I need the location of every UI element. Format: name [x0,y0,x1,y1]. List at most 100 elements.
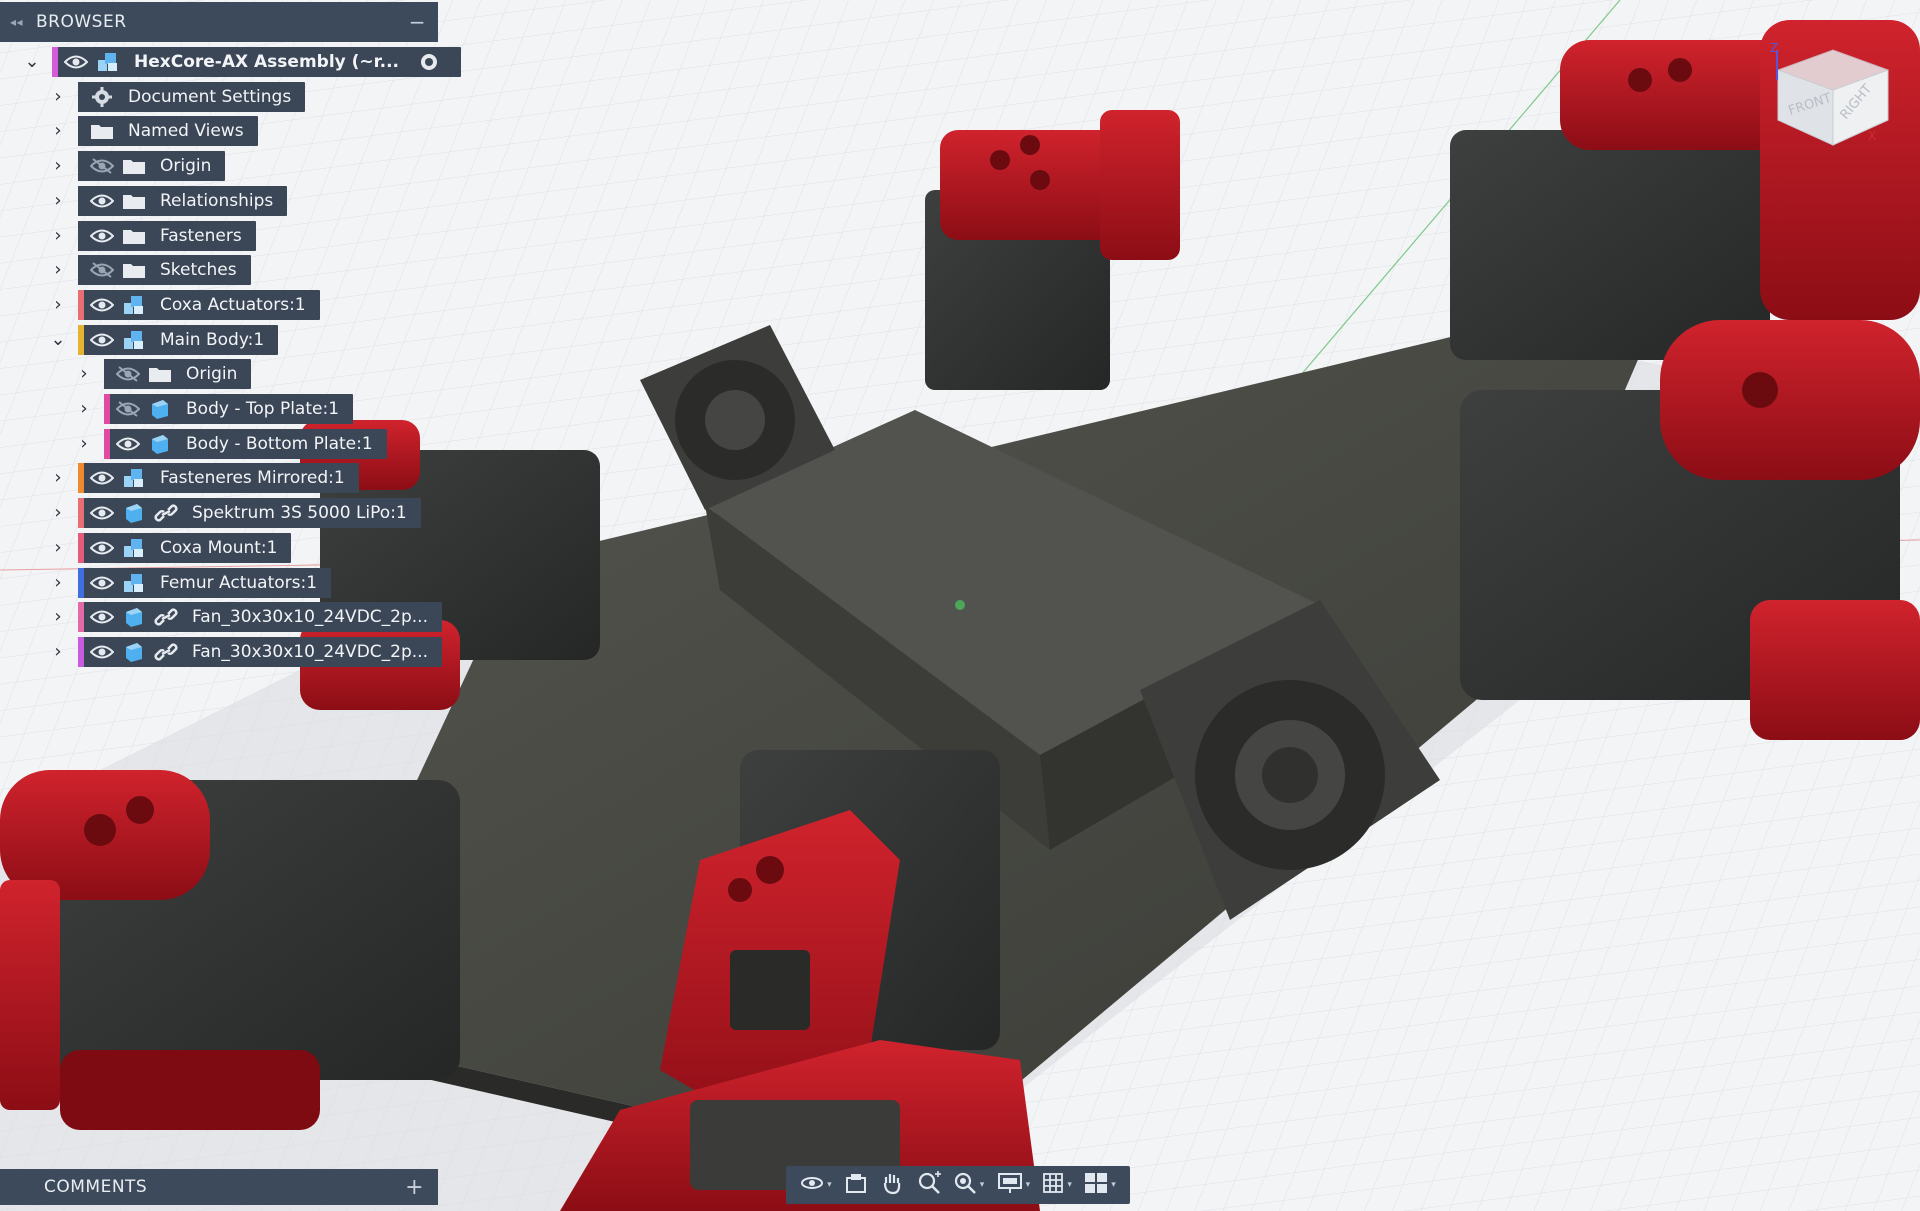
tree-item-node[interactable]: Origin [78,151,226,182]
double-chevron-left-icon[interactable]: ◂◂ [10,15,36,29]
chevron-right-icon[interactable]: › [48,568,68,598]
toolbar-tool[interactable]: ▾ [800,1171,832,1199]
chevron-right-icon[interactable]: › [48,533,68,563]
body-icon [120,602,148,632]
eye-icon[interactable] [88,498,116,528]
dropdown-caret-icon[interactable]: ▾ [980,1180,985,1190]
eye-hidden-icon[interactable] [88,151,116,181]
grid-icon[interactable] [1042,1172,1064,1198]
chevron-right-icon[interactable]: › [48,637,68,667]
display-settings-icon[interactable] [997,1172,1023,1198]
tree-item-label: Main Body:1 [160,329,265,350]
folder-icon [146,359,174,389]
eye-icon[interactable] [88,325,116,355]
chevron-right-icon[interactable]: › [48,116,68,146]
axis-z-label: Z [1770,41,1778,55]
eye-icon[interactable] [88,533,116,563]
tree-item-node[interactable]: Coxa Mount:1 [78,532,292,563]
browser-panel-header[interactable]: ◂◂ BROWSER − [0,2,438,42]
eye-icon[interactable] [88,637,116,667]
tree-item-node[interactable]: Coxa Actuators:1 [78,289,320,320]
tree-item-node[interactable]: Spektrum 3S 5000 LiPo:1 [78,498,421,529]
link-icon [152,498,180,528]
viewcube[interactable]: FRONT RIGHT Z X [1768,40,1898,154]
tree-item-label: Coxa Mount:1 [160,537,278,558]
component-icon [120,463,148,493]
dropdown-caret-icon[interactable]: ▾ [1026,1180,1031,1190]
dropdown-caret-icon[interactable]: ▾ [827,1180,832,1190]
toolbar-tool[interactable]: ▾ [997,1172,1031,1198]
chevron-right-icon[interactable]: › [48,186,68,216]
chevron-right-icon[interactable]: › [48,221,68,251]
tree-item-node[interactable]: Body - Top Plate:1 [104,394,354,424]
component-icon [120,568,148,598]
eye-hidden-icon[interactable] [88,255,116,285]
tree-item-node[interactable]: Fan_30x30x10_24VDC_2p... [78,636,442,667]
toolbar-tool[interactable]: ▾ [953,1171,985,1199]
tree-item-node[interactable]: Body - Bottom Plate:1 [104,428,387,459]
fit-icon[interactable] [953,1171,977,1199]
component-color-stripe [78,289,84,320]
plus-icon[interactable]: + [405,1175,424,1200]
eye-icon[interactable] [88,186,116,216]
component-icon [120,325,148,355]
comments-panel-header[interactable]: COMMENTS + [0,1169,438,1205]
eye-icon[interactable] [114,429,142,459]
toolbar-tool[interactable]: ▾ [1042,1172,1072,1198]
tree-item-node[interactable]: Relationships [78,185,288,216]
tree-item-node[interactable]: Origin [104,359,252,390]
tree-item-node[interactable]: Main Body:1 [78,324,279,355]
dropdown-caret-icon[interactable]: ▾ [1111,1180,1116,1190]
dropdown-caret-icon[interactable]: ▾ [1067,1180,1072,1190]
tree-item-node[interactable]: Femur Actuators:1 [78,567,332,598]
eye-icon[interactable] [88,463,116,493]
tree-item-label: Femur Actuators:1 [160,572,318,593]
toolbar-tool[interactable] [880,1171,904,1199]
eye-hidden-icon[interactable] [114,359,142,389]
chevron-right-icon[interactable]: › [74,394,94,424]
chevron-right-icon[interactable]: › [48,151,68,181]
component-color-stripe [78,116,84,147]
gear-icon [88,82,116,112]
eye-icon[interactable] [88,568,116,598]
chevron-right-icon[interactable]: › [48,255,68,285]
zoom-icon[interactable] [917,1171,941,1199]
tree-item-node[interactable]: Sketches [78,255,251,286]
look-at-icon[interactable] [844,1172,868,1198]
toolbar-tool[interactable] [844,1172,868,1198]
navigation-toolbar: ▾ ▾ ▾ ▾ ▾ [786,1166,1130,1204]
toolbar-tool[interactable]: ▾ [1084,1172,1116,1198]
radio-active-icon[interactable] [415,47,443,77]
eye-icon[interactable] [88,602,116,632]
body-icon [120,498,148,528]
tree-item-node[interactable]: Fasteneres Mirrored:1 [78,463,359,494]
pan-hand-icon[interactable] [880,1171,904,1199]
chevron-right-icon[interactable]: › [48,463,68,493]
chevron-down-icon[interactable]: ⌄ [48,325,68,355]
chevron-right-icon[interactable]: › [48,82,68,112]
chevron-down-icon[interactable]: ⌄ [22,47,42,77]
component-color-stripe [78,567,84,598]
tree-item-node[interactable]: HexCore-AX Assembly (~r... [52,47,462,77]
eye-hidden-icon[interactable] [114,394,142,424]
eye-icon[interactable] [62,47,90,77]
chevron-right-icon[interactable]: › [48,602,68,632]
chevron-right-icon[interactable]: › [48,290,68,320]
tree-item-node[interactable]: Named Views [78,116,258,147]
folder-icon [88,116,116,146]
eye-icon[interactable] [88,290,116,320]
orbit-icon[interactable] [800,1171,824,1199]
component-icon [120,533,148,563]
tree-item-node[interactable]: Document Settings [78,81,306,112]
minus-icon[interactable]: − [409,10,426,34]
chevron-right-icon[interactable]: › [74,429,94,459]
toolbar-tool[interactable] [917,1171,941,1199]
chevron-right-icon[interactable]: › [74,359,94,389]
component-color-stripe [78,532,84,563]
tree-item-node[interactable]: Fasteners [78,220,256,251]
viewports-icon[interactable] [1084,1172,1108,1198]
chevron-right-icon[interactable]: › [48,498,68,528]
eye-icon[interactable] [88,221,116,251]
tree-item-node[interactable]: Fan_30x30x10_24VDC_2p... [78,602,442,633]
tree-item-label: Spektrum 3S 5000 LiPo:1 [192,503,407,524]
